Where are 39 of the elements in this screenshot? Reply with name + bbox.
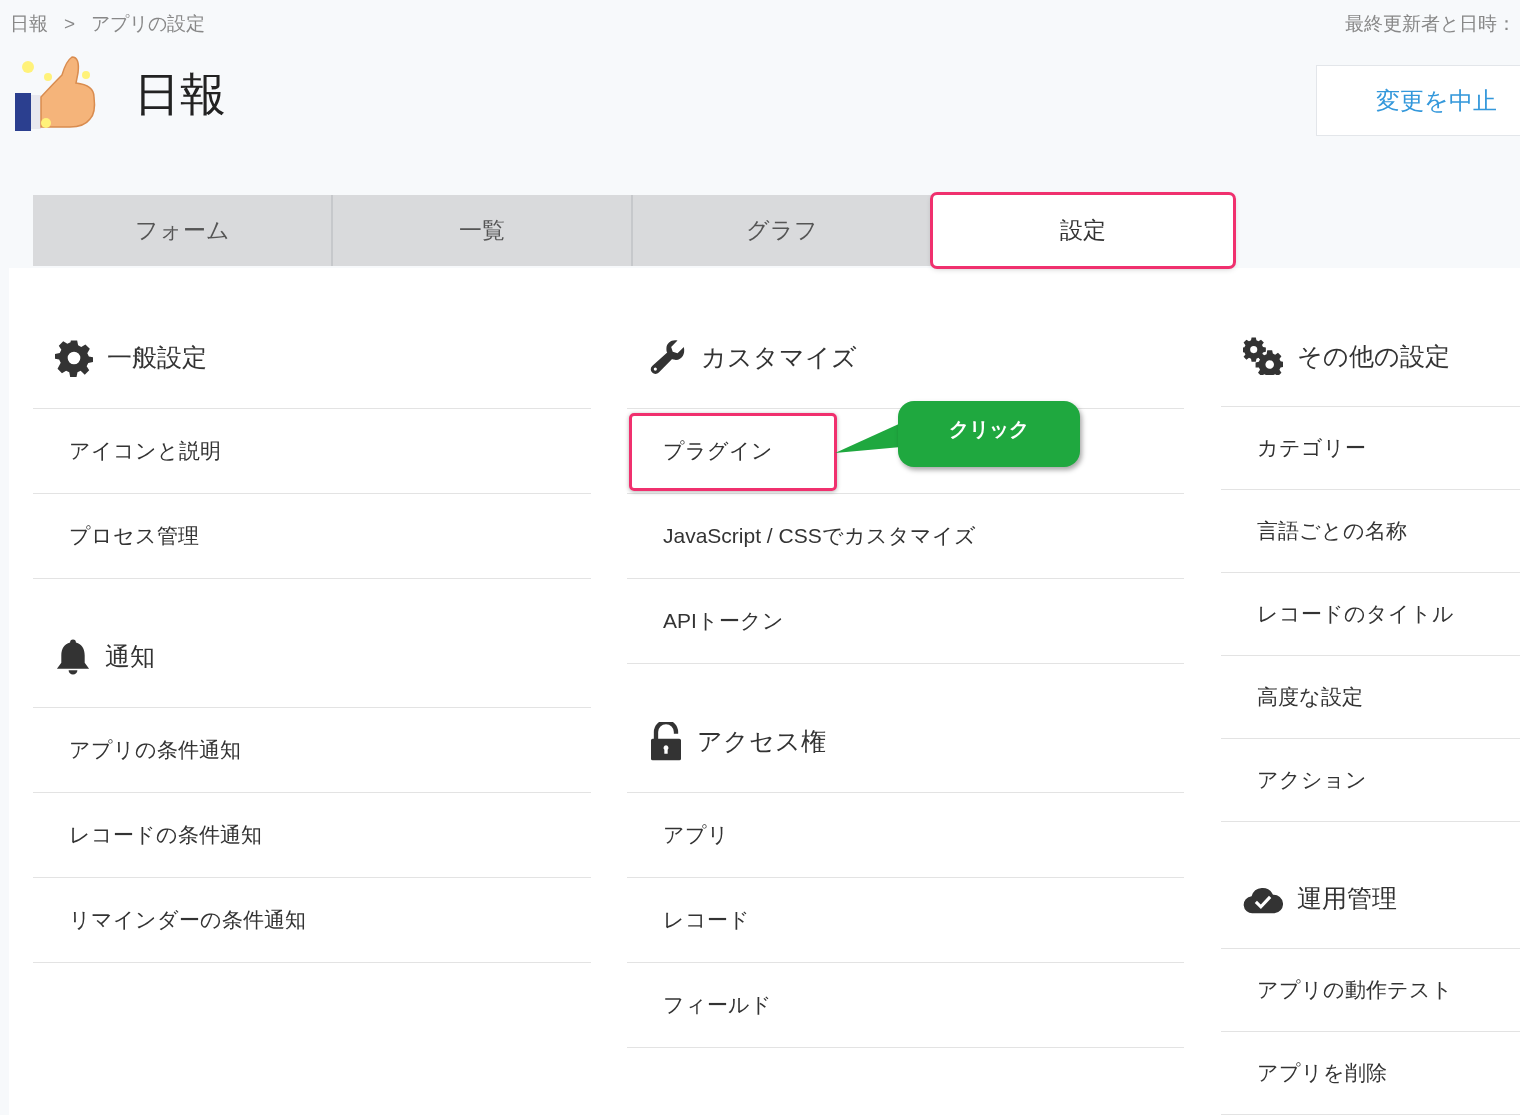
settings-link[interactable]: アプリの動作テスト [1257,974,1453,1006]
gear-icon [55,338,93,377]
breadcrumb-current: アプリの設定 [91,12,206,36]
tab[interactable]: 一覧 [333,195,633,266]
tab[interactable]: フォーム [33,195,333,266]
last-updated-label: 最終更新者と日時： [1345,12,1516,36]
bell-icon [55,637,91,676]
open-padlock-icon [649,721,683,762]
settings-link[interactable]: レコード [663,904,750,936]
settings-link[interactable]: フィールド [663,989,772,1021]
settings-link[interactable]: JavaScript / CSSでカスタマイズ [663,520,976,552]
settings-link[interactable]: アクション [1257,764,1367,796]
settings-link[interactable]: カテゴリー [1257,432,1366,464]
app-title: 日報 [134,70,226,117]
settings-link[interactable]: レコードの条件通知 [69,819,262,851]
section-heading: カスタマイズ [701,341,857,373]
settings-link[interactable]: プロセス管理 [69,520,199,552]
settings-link[interactable]: 言語ごとの名称 [1257,515,1407,547]
tab[interactable]: グラフ [633,195,933,266]
section-heading: 運用管理 [1297,882,1397,914]
settings-link[interactable]: APIトークン [663,605,784,637]
callout: クリック [898,401,1080,467]
settings-link[interactable]: 高度な設定 [1257,681,1363,713]
settings-link[interactable]: アイコンと説明 [69,435,221,467]
wrench-icon [649,338,687,377]
section-heading: その他の設定 [1297,340,1450,372]
section-heading: アクセス権 [697,725,826,757]
settings-link[interactable]: レコードのタイトル [1257,598,1454,630]
tab[interactable]: 設定 [933,195,1233,266]
settings-link[interactable]: プラグイン [663,435,773,467]
gears-icon [1243,337,1283,376]
section-heading: 通知 [105,640,155,672]
callout-tail [835,423,901,455]
settings-link[interactable]: アプリを削除 [1257,1057,1387,1089]
settings-link[interactable]: リマインダーの条件通知 [69,904,306,936]
settings-link[interactable]: アプリ [663,819,729,851]
section-heading: 一般設定 [107,341,207,373]
settings-link[interactable]: アプリの条件通知 [69,734,241,766]
breadcrumb-separator: > [64,12,76,36]
